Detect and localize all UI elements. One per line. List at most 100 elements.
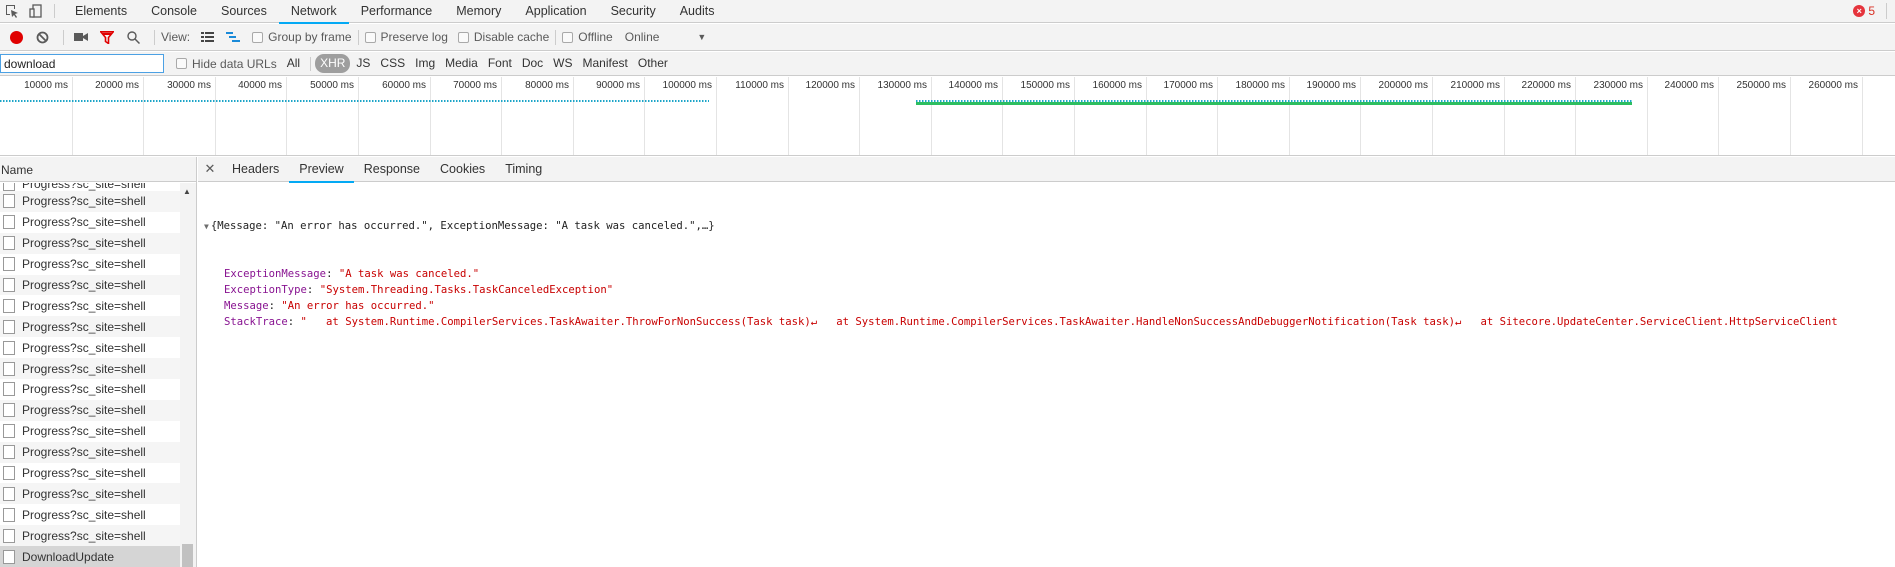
record-button[interactable] (5, 24, 27, 51)
request-row[interactable]: Progress?sc_site=shell (0, 232, 180, 254)
device-toolbar-icon[interactable] (24, 0, 48, 23)
request-row[interactable]: Progress?sc_site=shell (0, 441, 180, 463)
request-row[interactable]: Progress?sc_site=shell (0, 253, 180, 275)
request-row[interactable]: Progress?sc_site=shell (0, 483, 180, 505)
tab-security[interactable]: Security (599, 0, 668, 23)
download-bar[interactable] (916, 102, 1633, 105)
scroll-up-arrow-icon[interactable]: ▲ (183, 187, 191, 196)
request-row[interactable]: Progress?sc_site=shell (0, 525, 180, 547)
filter-type-font[interactable]: Font (484, 54, 516, 73)
request-row[interactable]: Progress?sc_site=shell (0, 358, 180, 380)
filter-type-doc[interactable]: Doc (518, 54, 547, 73)
request-row[interactable]: Progress?sc_site=shell (0, 337, 180, 359)
expand-triangle-icon[interactable]: ▼ (204, 222, 209, 231)
offline-checkbox[interactable]: Offline (562, 30, 613, 44)
filter-type-js[interactable]: JS (352, 54, 374, 73)
record-icon (9, 30, 23, 44)
filter-type-css[interactable]: CSS (376, 54, 409, 73)
scroll-thumb[interactable] (182, 544, 193, 567)
request-row[interactable]: Progress?sc_site=shell (0, 399, 180, 421)
overview-toggle-button[interactable] (222, 24, 244, 51)
filter-input[interactable] (0, 54, 164, 73)
tick-label: 50000 ms (310, 80, 354, 91)
request-row[interactable]: Progress?sc_site=shell (0, 420, 180, 442)
preview-property[interactable]: StackTrace: " at System.Runtime.Compiler… (204, 314, 1895, 330)
filter-type-other[interactable]: Other (634, 54, 672, 73)
filter-type-all[interactable]: All (283, 54, 304, 73)
preview-summary-line[interactable]: ▼ {Message: "An error has occurred.", Exc… (204, 218, 1895, 234)
tab-console[interactable]: Console (139, 0, 209, 23)
capture-screenshots-button[interactable] (70, 24, 92, 51)
grid-line (286, 77, 287, 155)
filter-type-ws[interactable]: WS (549, 54, 576, 73)
tab-sources[interactable]: Sources (209, 0, 279, 23)
tab-elements[interactable]: Elements (63, 0, 139, 23)
filter-type-media[interactable]: Media (441, 54, 482, 73)
grid-line (716, 77, 717, 155)
tab-performance[interactable]: Performance (349, 0, 445, 23)
search-button[interactable] (122, 24, 144, 51)
request-row[interactable]: Progress?sc_site=shell (0, 183, 180, 191)
request-row[interactable]: DownloadUpdate (0, 546, 180, 567)
preview-property[interactable]: ExceptionType: "System.Threading.Tasks.T… (204, 282, 1895, 298)
inspect-element-icon[interactable] (0, 0, 24, 23)
tab-memory[interactable]: Memory (444, 0, 513, 23)
request-row[interactable]: Progress?sc_site=shell (0, 295, 180, 317)
file-icon (3, 486, 15, 501)
checkbox-box[interactable] (176, 58, 187, 69)
network-toolbar: View: Group by frame Preserve log Disabl… (0, 24, 1895, 51)
request-row[interactable]: Progress?sc_site=shell (0, 504, 180, 526)
disable-cache-checkbox[interactable]: Disable cache (457, 30, 549, 44)
large-rows-button[interactable] (196, 24, 218, 51)
filter-button[interactable] (96, 24, 118, 51)
preview-property[interactable]: Message: "An error has occurred." (204, 298, 1895, 314)
throttling-select[interactable]: Online ▼ (625, 30, 707, 44)
name-column-header[interactable]: Name (0, 157, 196, 182)
request-row[interactable]: Progress?sc_site=shell (0, 191, 180, 212)
hide-data-urls-checkbox[interactable]: Hide data URLs (176, 57, 277, 71)
waiting-bar[interactable] (0, 100, 709, 102)
detail-tab-headers[interactable]: Headers (222, 157, 289, 182)
property-colon: : (287, 316, 301, 328)
request-name: Progress?sc_site=shell (22, 236, 146, 251)
filter-type-img[interactable]: Img (411, 54, 439, 73)
network-overview-timeline[interactable]: 10000 ms 20000 ms 30000 ms 40000 ms 50000 ms… (0, 77, 1895, 156)
tick-label: 160000 ms (1092, 80, 1142, 91)
checkbox-box[interactable] (562, 31, 574, 43)
detail-tab-response[interactable]: Response (354, 157, 430, 182)
request-list-scrollbar[interactable]: ▲ (180, 183, 196, 567)
group-by-frame-checkbox[interactable]: Group by frame (252, 30, 352, 44)
tab-audits[interactable]: Audits (668, 0, 727, 23)
request-row[interactable]: Progress?sc_site=shell (0, 462, 180, 484)
tab-application[interactable]: Application (513, 0, 598, 23)
grid-line (1790, 77, 1791, 155)
request-row[interactable]: Progress?sc_site=shell (0, 274, 180, 296)
detail-tab-cookies[interactable]: Cookies (430, 157, 495, 182)
file-icon (3, 445, 15, 460)
grid-line (1862, 77, 1863, 155)
request-name: Progress?sc_site=shell (22, 340, 146, 355)
tick-label: 260000 ms (1808, 80, 1858, 91)
tick-label: 20000 ms (95, 80, 139, 91)
divider (54, 4, 55, 18)
preserve-log-checkbox[interactable]: Preserve log (364, 30, 448, 44)
detail-tab-list: Headers Preview Response Cookies Timing (222, 157, 552, 183)
detail-tab-timing[interactable]: Timing (495, 157, 552, 182)
clear-button[interactable] (31, 24, 53, 51)
checkbox-box[interactable] (457, 31, 469, 43)
checkbox-box[interactable] (364, 31, 376, 43)
filter-type-manifest[interactable]: Manifest (579, 54, 632, 73)
filter-type-xhr[interactable]: XHR (315, 54, 351, 73)
request-row[interactable]: Progress?sc_site=shell (0, 211, 180, 233)
preview-property[interactable]: ExceptionMessage: "A task was canceled." (204, 266, 1895, 282)
error-counter[interactable]: × 5 (1853, 4, 1875, 18)
request-rows: Progress?sc_site=shell Progress?sc_site=s… (0, 183, 180, 567)
group-by-frame-label: Group by frame (268, 30, 352, 44)
request-row[interactable]: Progress?sc_site=shell (0, 379, 180, 400)
checkbox-box[interactable] (252, 31, 264, 43)
request-row[interactable]: Progress?sc_site=shell (0, 316, 180, 338)
grid-line (1718, 77, 1719, 155)
close-detail-icon[interactable]: ✕ (198, 161, 222, 177)
tab-network[interactable]: Network (278, 0, 349, 24)
detail-tab-preview[interactable]: Preview (289, 157, 355, 183)
